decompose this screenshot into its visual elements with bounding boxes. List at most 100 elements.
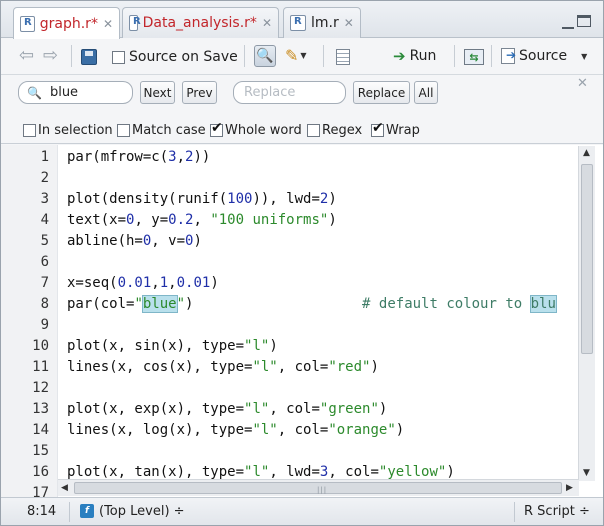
minimize-icon[interactable] — [562, 27, 574, 29]
source-on-save-label: Source on Save — [129, 49, 238, 65]
line-number: 16 — [32, 464, 49, 480]
search-value: blue — [49, 85, 79, 100]
chevron-down-icon: ▼ — [300, 51, 307, 60]
tab-graph-r[interactable]: graph.r* ✕ — [13, 7, 120, 39]
line-number: 9 — [40, 317, 49, 333]
checkbox-icon[interactable] — [117, 124, 130, 137]
code-line[interactable]: 1 par(mfrow=c(3,2)) — [1, 147, 603, 168]
code-text[interactable]: par(mfrow=c(3,2)) — [67, 147, 210, 168]
run-icon: ➔ — [393, 47, 406, 65]
code-text[interactable]: lines(x, log(x), type="l", col="orange") — [67, 420, 404, 441]
code-line[interactable]: 5 abline(h=0, v=0) — [1, 231, 603, 252]
code-line[interactable]: 2 — [1, 168, 603, 189]
close-icon[interactable]: ✕ — [344, 16, 354, 30]
magic-wand-icon: ✎ — [285, 46, 299, 65]
code-line[interactable]: 14 lines(x, log(x), type="l", col="orange… — [1, 420, 603, 441]
back-arrow-icon[interactable]: ⇦ — [19, 45, 34, 66]
next-button[interactable]: Next — [140, 81, 175, 104]
tab-label: Data_analysis.r* — [142, 15, 257, 31]
find-replace-icon[interactable]: 🔍 — [254, 45, 276, 67]
find-options: In selection Match case Whole word Regex… — [23, 120, 603, 141]
code-line[interactable]: 8 par(col="blue") # default colour to blu — [1, 294, 603, 315]
code-line[interactable]: 7 x=seq(0.01,1,0.01) — [1, 273, 603, 294]
scroll-up-icon[interactable]: ▲ — [583, 148, 590, 158]
code-line[interactable]: 9 — [1, 315, 603, 336]
source-on-save-checkbox[interactable]: Source on Save — [112, 49, 238, 65]
code-text[interactable]: par(col="blue") # default colour to blu — [67, 294, 557, 315]
run-button[interactable]: ➔ Run — [393, 47, 436, 65]
regex-option[interactable]: Regex — [307, 123, 362, 138]
checkbox-icon[interactable] — [371, 120, 384, 137]
wrap-option[interactable]: Wrap — [371, 120, 420, 138]
code-line[interactable]: 15 — [1, 441, 603, 462]
line-number: 2 — [40, 170, 49, 186]
tab-data-analysis-r[interactable]: Data_analysis.r* ✕ — [122, 7, 279, 38]
line-number: 15 — [32, 443, 49, 459]
code-text[interactable]: plot(x, exp(x), type="l", col="green") — [67, 399, 387, 420]
compile-report-icon[interactable] — [336, 49, 350, 65]
code-tools-menu[interactable]: ✎ ▼ — [285, 46, 307, 65]
search-icon: 🔍 — [27, 85, 42, 100]
close-icon[interactable]: ✕ — [262, 16, 272, 30]
option-label: Match case — [132, 123, 206, 138]
code-line[interactable]: 11 lines(x, cos(x), type="l", col="red") — [1, 357, 603, 378]
horizontal-scrollbar[interactable]: ◀ ||| ▶ — [58, 479, 579, 496]
function-icon: f — [80, 504, 94, 518]
scroll-down-icon[interactable]: ▼ — [583, 468, 590, 478]
code-text[interactable]: x=seq(0.01,1,0.01) — [67, 273, 219, 294]
r-file-icon — [20, 15, 35, 32]
rerun-icon[interactable]: ⇆ — [464, 49, 484, 65]
grip-icon: ||| — [317, 486, 328, 494]
language-selector[interactable]: R Script ÷ — [524, 504, 590, 519]
chevron-down-icon[interactable]: ▼ — [581, 52, 587, 61]
option-label: Regex — [322, 123, 363, 138]
status-bar: 8:14 f (Top Level) ÷ R Script ÷ — [1, 497, 603, 525]
checkbox-icon[interactable] — [112, 50, 125, 64]
line-number: 13 — [32, 401, 49, 417]
code-line[interactable]: 10 plot(x, sin(x), type="l") — [1, 336, 603, 357]
checkbox-icon[interactable] — [23, 124, 36, 137]
code-line[interactable]: 3 plot(density(runif(100)), lwd=2) — [1, 189, 603, 210]
line-number: 1 — [40, 149, 49, 165]
line-number: 11 — [32, 359, 49, 375]
cursor-position: 8:14 — [27, 504, 57, 519]
line-number: 8 — [40, 296, 49, 312]
in-selection-option[interactable]: In selection — [23, 123, 113, 138]
replace-all-button[interactable]: All — [414, 81, 438, 104]
code-text[interactable]: abline(h=0, v=0) — [67, 231, 202, 252]
code-line[interactable]: 4 text(x=0, y=0.2, "100 uniforms") — [1, 210, 603, 231]
editor-window: graph.r* ✕ Data_analysis.r* ✕ lm.r ✕ ⇦ ⇨ — [0, 0, 604, 526]
line-number: 4 — [40, 212, 49, 228]
close-icon[interactable]: ✕ — [103, 17, 113, 31]
tab-lm-r[interactable]: lm.r ✕ — [283, 7, 361, 38]
replace-input[interactable]: Replace — [233, 81, 346, 104]
code-text[interactable]: plot(x, sin(x), type="l") — [67, 336, 278, 357]
whole-word-option[interactable]: Whole word — [210, 120, 302, 138]
code-line[interactable]: 13 plot(x, exp(x), type="l", col="green") — [1, 399, 603, 420]
scroll-right-icon[interactable]: ▶ — [566, 483, 573, 493]
vertical-scroll-thumb[interactable] — [581, 164, 593, 354]
close-icon[interactable]: ✕ — [577, 76, 588, 91]
option-label: In selection — [38, 123, 113, 138]
checkbox-icon[interactable] — [210, 120, 223, 137]
code-text[interactable]: plot(density(runif(100)), lwd=2) — [67, 189, 337, 210]
horizontal-scroll-thumb[interactable]: ||| — [74, 482, 562, 494]
replace-button[interactable]: Replace — [353, 81, 410, 104]
search-input[interactable]: 🔍 blue — [18, 81, 133, 104]
forward-arrow-icon[interactable]: ⇨ — [43, 45, 58, 66]
code-editor[interactable]: 1 par(mfrow=c(3,2)) 2 3 plot(density(runif(1… — [1, 145, 603, 497]
checkbox-icon[interactable] — [307, 124, 320, 137]
source-button[interactable]: Source ▼ — [501, 48, 587, 64]
code-line[interactable]: 6 — [1, 252, 603, 273]
vertical-scrollbar[interactable]: ▲ ▼ — [578, 146, 595, 481]
maximize-icon[interactable] — [577, 15, 591, 27]
match-case-option[interactable]: Match case — [117, 123, 206, 138]
tab-label: lm.r — [311, 15, 339, 31]
prev-button[interactable]: Prev — [182, 81, 217, 104]
code-text[interactable]: text(x=0, y=0.2, "100 uniforms") — [67, 210, 337, 231]
save-icon[interactable] — [81, 49, 97, 65]
code-text[interactable]: lines(x, cos(x), type="l", col="red") — [67, 357, 379, 378]
scroll-left-icon[interactable]: ◀ — [61, 483, 68, 493]
code-line[interactable]: 12 — [1, 378, 603, 399]
scope-selector[interactable]: (Top Level) ÷ — [99, 504, 185, 519]
